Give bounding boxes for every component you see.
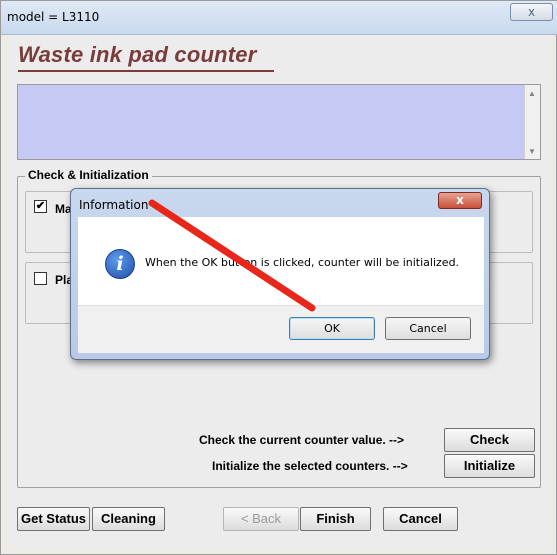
red-arrow-annotation bbox=[148, 199, 316, 312]
annotation-overlay bbox=[148, 199, 316, 312]
